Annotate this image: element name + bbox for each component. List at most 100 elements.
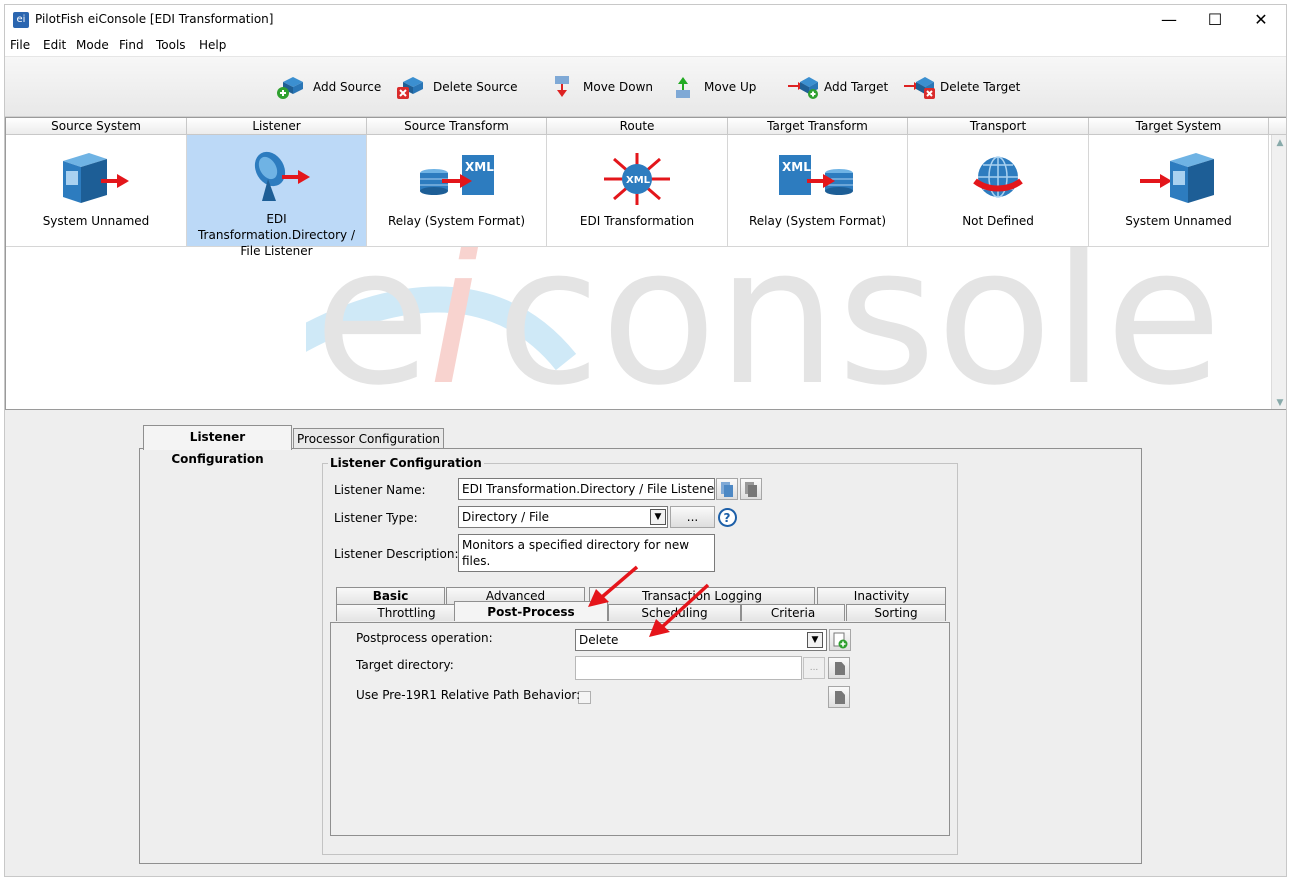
subtab-sorting[interactable]: Sorting — [846, 604, 946, 621]
delete-source-label: Delete Source — [433, 80, 518, 94]
listener-name-label: Listener Name: — [334, 483, 426, 497]
listener-description-field[interactable]: Monitors a specified directory for new f… — [458, 534, 715, 572]
subtab-post-process[interactable]: Post-Process — [454, 601, 608, 621]
stage-route[interactable]: XML EDI Transformation — [547, 135, 728, 247]
minimize-button[interactable]: — — [1146, 5, 1192, 35]
app-logo-icon: ei — [13, 12, 29, 28]
menu-edit[interactable]: Edit — [43, 38, 66, 52]
document-icon — [835, 691, 845, 704]
delete-target-button[interactable]: Delete Target — [902, 74, 1020, 100]
target-directory-label: Target directory: — [356, 658, 454, 672]
tab-processor-configuration[interactable]: Processor Configuration — [293, 428, 444, 449]
pre19r1-label: Use Pre-19R1 Relative Path Behavior: — [356, 688, 581, 702]
add-source-button[interactable]: Add Source — [275, 74, 381, 100]
listener-type-select[interactable]: Directory / File — [458, 506, 668, 528]
maximize-button[interactable]: ☐ — [1192, 5, 1238, 35]
postprocess-operation-dropdown-icon[interactable]: ▼ — [807, 632, 823, 648]
menu-bar: File Edit Mode Find Tools Help — [5, 35, 1286, 57]
documents-icon — [745, 482, 757, 497]
eiconsole-watermark: e i console — [306, 222, 1222, 410]
copy-icon — [721, 482, 733, 497]
add-target-icon — [788, 77, 818, 99]
subtab-basic[interactable]: Basic — [336, 587, 445, 604]
header-target-system: Target System — [1089, 118, 1269, 135]
stage-label-source-system: System Unnamed — [42, 214, 150, 228]
toolbar: Add Source Delete Source Move Down Move … — [5, 57, 1286, 117]
delete-target-label: Delete Target — [940, 80, 1021, 94]
target-system-icon — [1139, 153, 1214, 203]
postprocess-operation-label: Postprocess operation: — [356, 631, 493, 645]
postprocess-operation-select[interactable]: Delete — [575, 629, 827, 651]
stage-label-transport: Not Defined — [962, 214, 1034, 228]
move-down-button[interactable]: Move Down — [545, 74, 653, 100]
listener-name-field[interactable]: EDI Transformation.Directory / File List… — [458, 478, 715, 500]
pre19r1-doc-button[interactable] — [828, 686, 850, 708]
subtab-inactivity[interactable]: Inactivity — [817, 587, 946, 604]
menu-tools[interactable]: Tools — [156, 38, 186, 52]
listener-type-more-button[interactable]: ... — [670, 506, 715, 528]
listener-satellite-icon — [254, 151, 310, 201]
add-target-label: Add Target — [824, 80, 889, 94]
source-system-icon — [63, 153, 129, 203]
help-icon[interactable]: ? — [717, 507, 738, 528]
svg-text:XML: XML — [782, 160, 811, 174]
scroll-down-icon[interactable]: ▼ — [1274, 397, 1286, 409]
svg-text:?: ? — [724, 511, 731, 525]
stage-vertical-scrollbar[interactable]: ▲ ▼ — [1271, 135, 1286, 409]
stage-label-target-transform: Relay (System Format) — [749, 214, 886, 228]
stage-source-system[interactable]: System Unnamed — [6, 135, 187, 247]
title-bar: ei PilotFish eiConsole [EDI Transformati… — [5, 5, 1286, 35]
delete-source-button[interactable]: Delete Source — [395, 74, 517, 100]
delete-target-icon — [904, 77, 935, 99]
scroll-up-icon[interactable]: ▲ — [1274, 137, 1286, 149]
subtab-scheduling[interactable]: Scheduling — [608, 604, 741, 621]
stage-target-transform[interactable]: XML Relay (System Format) — [728, 135, 908, 247]
document-icon — [835, 662, 845, 675]
stage-source-transform[interactable]: XML Relay (System Format) — [367, 135, 547, 247]
menu-file[interactable]: File — [10, 38, 30, 52]
tab-listener-configuration[interactable]: Listener Configuration — [143, 425, 292, 466]
listener-type-dropdown-icon[interactable]: ▼ — [650, 509, 666, 525]
listener-configuration-title: Listener Configuration — [328, 456, 484, 470]
stage-label-target-system: System Unnamed — [1125, 214, 1232, 228]
close-button[interactable]: ✕ — [1238, 5, 1284, 35]
listener-description-label: Listener Description: — [334, 547, 459, 561]
target-directory-field[interactable] — [575, 656, 802, 680]
stage-grid: e i console Source System Listener Sourc… — [5, 117, 1286, 410]
menu-mode[interactable]: Mode — [76, 38, 109, 52]
svg-text:XML: XML — [626, 175, 651, 186]
add-operation-button[interactable] — [829, 629, 851, 651]
delete-source-icon — [397, 77, 423, 99]
transport-globe-icon — [973, 156, 1023, 198]
stage-target-system[interactable]: System Unnamed — [1089, 135, 1269, 247]
add-source-icon — [277, 77, 303, 99]
add-target-button[interactable]: Add Target — [786, 74, 888, 100]
svg-text:XML: XML — [465, 160, 494, 174]
target-directory-doc-button[interactable] — [828, 657, 850, 679]
move-down-icon — [555, 76, 569, 97]
copy-name-button[interactable] — [716, 478, 738, 500]
subtab-criteria[interactable]: Criteria — [741, 604, 845, 621]
watermark-i: i — [428, 222, 481, 410]
stage-label-source-transform: Relay (System Format) — [388, 214, 525, 228]
post-process-panel — [330, 622, 950, 836]
split-pane-divider[interactable] — [5, 410, 1286, 418]
stage-label-listener: EDI Transformation.Directory / File List… — [197, 212, 355, 258]
window-title: PilotFish eiConsole [EDI Transformation] — [35, 12, 274, 26]
header-target-transform: Target Transform — [728, 118, 908, 135]
menu-help[interactable]: Help — [199, 38, 226, 52]
target-directory-browse-button[interactable]: ... — [803, 657, 825, 679]
menu-find[interactable]: Find — [119, 38, 144, 52]
add-source-label: Add Source — [313, 80, 382, 94]
route-xml-icon: XML — [604, 153, 670, 205]
stage-transport[interactable]: Not Defined — [908, 135, 1089, 247]
header-route: Route — [547, 118, 728, 135]
stage-listener[interactable]: EDI Transformation.Directory / File List… — [187, 135, 367, 258]
move-up-icon — [676, 77, 690, 98]
target-transform-icon: XML — [778, 155, 853, 195]
header-transport: Transport — [908, 118, 1089, 135]
paste-name-button[interactable] — [740, 478, 762, 500]
header-corner — [1269, 118, 1286, 135]
subtab-transaction-logging[interactable]: Transaction Logging — [589, 587, 815, 604]
move-up-button[interactable]: Move Up — [666, 74, 756, 100]
